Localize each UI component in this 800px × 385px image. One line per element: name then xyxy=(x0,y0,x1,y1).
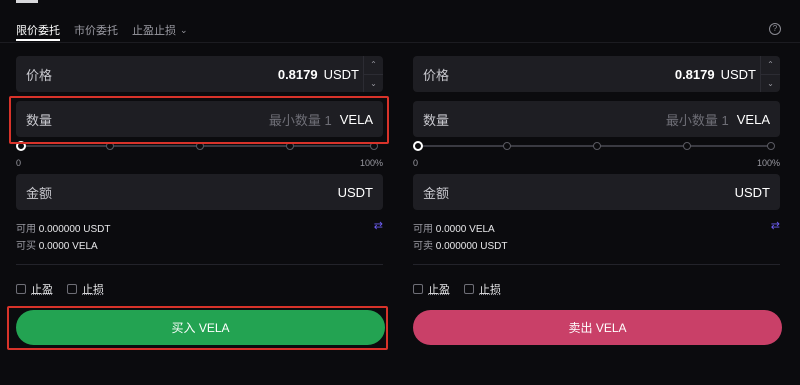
sell-quantity-unit: VELA xyxy=(736,111,770,127)
chevron-up-icon[interactable]: ⌃ xyxy=(364,56,383,75)
slider-thumb[interactable] xyxy=(413,141,423,151)
sell-price-label: 价格 xyxy=(423,67,450,83)
checkbox-icon xyxy=(67,284,77,294)
sell-button[interactable]: 卖出 VELA xyxy=(413,310,782,345)
buy-quantity-input[interactable]: 数量 最小数量 1 VELA xyxy=(16,101,383,137)
buy-price-label: 价格 xyxy=(26,67,53,83)
buy-take-profit-checkbox[interactable]: 止盈 xyxy=(16,281,53,297)
chevron-up-icon[interactable]: ⌃ xyxy=(761,56,780,75)
divider xyxy=(16,264,383,265)
buy-amount-unit: USDT xyxy=(337,184,373,200)
slider-min-label: 0 xyxy=(16,158,22,168)
chevron-down-icon[interactable]: ⌄ xyxy=(761,75,780,93)
buy-quantity-label: 数量 xyxy=(26,112,53,128)
sell-price-input[interactable]: 价格 0.8179 USDT ⌃ ⌄ xyxy=(413,56,780,92)
buy-quantity-unit: VELA xyxy=(339,111,373,127)
sell-price-value: 0.8179 xyxy=(674,66,715,82)
buy-available: 可用 0.000000 USDT xyxy=(16,224,111,235)
slider-max-label: 100% xyxy=(756,158,780,168)
checkbox-icon xyxy=(16,284,26,294)
slider-tick[interactable] xyxy=(286,142,294,150)
buy-price-stepper[interactable]: ⌃ ⌄ xyxy=(363,56,383,92)
checkbox-icon xyxy=(464,284,474,294)
slider-tick[interactable] xyxy=(106,142,114,150)
transfer-icon[interactable]: ⇄ xyxy=(374,219,383,232)
sell-price-unit: USDT xyxy=(720,66,756,82)
sell-quantity-placeholder: 最小数量 1 xyxy=(665,112,729,128)
checkbox-icon xyxy=(413,284,423,294)
slider-labels: 0 100% xyxy=(16,158,383,168)
buy-price-input[interactable]: 价格 0.8179 USDT ⌃ ⌄ xyxy=(16,56,383,92)
slider-tick[interactable] xyxy=(196,142,204,150)
buy-price-unit: USDT xyxy=(323,66,359,82)
sell-panel: 价格 0.8179 USDT ⌃ ⌄ 数量 最小数量 1 VELA 0 100%… xyxy=(413,0,782,385)
transfer-icon[interactable]: ⇄ xyxy=(771,219,780,232)
buy-tpsl-options: 止盈 止损 xyxy=(16,281,104,297)
slider-tick[interactable] xyxy=(767,142,775,150)
sell-available: 可用 0.0000 VELA xyxy=(413,224,495,235)
slider-tick[interactable] xyxy=(503,142,511,150)
slider-tick[interactable] xyxy=(593,142,601,150)
sell-price-stepper[interactable]: ⌃ ⌄ xyxy=(760,56,780,92)
sell-quantity-input[interactable]: 数量 最小数量 1 VELA xyxy=(413,101,780,137)
chevron-down-icon[interactable]: ⌄ xyxy=(364,75,383,93)
buy-quantity-placeholder: 最小数量 1 xyxy=(268,112,332,128)
sell-percentage-slider[interactable] xyxy=(413,139,775,153)
slider-max-label: 100% xyxy=(359,158,383,168)
buy-button[interactable]: 买入 VELA xyxy=(16,310,385,345)
slider-min-label: 0 xyxy=(413,158,419,168)
buy-can-buy: 可买 0.0000 VELA xyxy=(16,241,98,252)
buy-stop-loss-checkbox[interactable]: 止损 xyxy=(67,281,104,297)
sell-can-sell: 可卖 0.000000 USDT xyxy=(413,241,508,252)
slider-thumb[interactable] xyxy=(16,141,26,151)
sell-quantity-label: 数量 xyxy=(423,112,450,128)
sell-amount-input[interactable]: 金额 USDT xyxy=(413,174,780,210)
sell-amount-label: 金额 xyxy=(423,185,450,201)
slider-tick[interactable] xyxy=(370,142,378,150)
buy-percentage-slider[interactable] xyxy=(16,139,378,153)
slider-tick[interactable] xyxy=(683,142,691,150)
sell-amount-unit: USDT xyxy=(734,184,770,200)
divider xyxy=(413,264,780,265)
sell-take-profit-checkbox[interactable]: 止盈 xyxy=(413,281,450,297)
buy-panel: 价格 0.8179 USDT ⌃ ⌄ 数量 最小数量 1 VELA 0 100%… xyxy=(16,0,385,385)
slider-labels: 0 100% xyxy=(413,158,780,168)
sell-tpsl-options: 止盈 止损 xyxy=(413,281,501,297)
sell-stop-loss-checkbox[interactable]: 止损 xyxy=(464,281,501,297)
buy-amount-label: 金额 xyxy=(26,185,53,201)
buy-amount-input[interactable]: 金额 USDT xyxy=(16,174,383,210)
buy-price-value: 0.8179 xyxy=(277,66,318,82)
